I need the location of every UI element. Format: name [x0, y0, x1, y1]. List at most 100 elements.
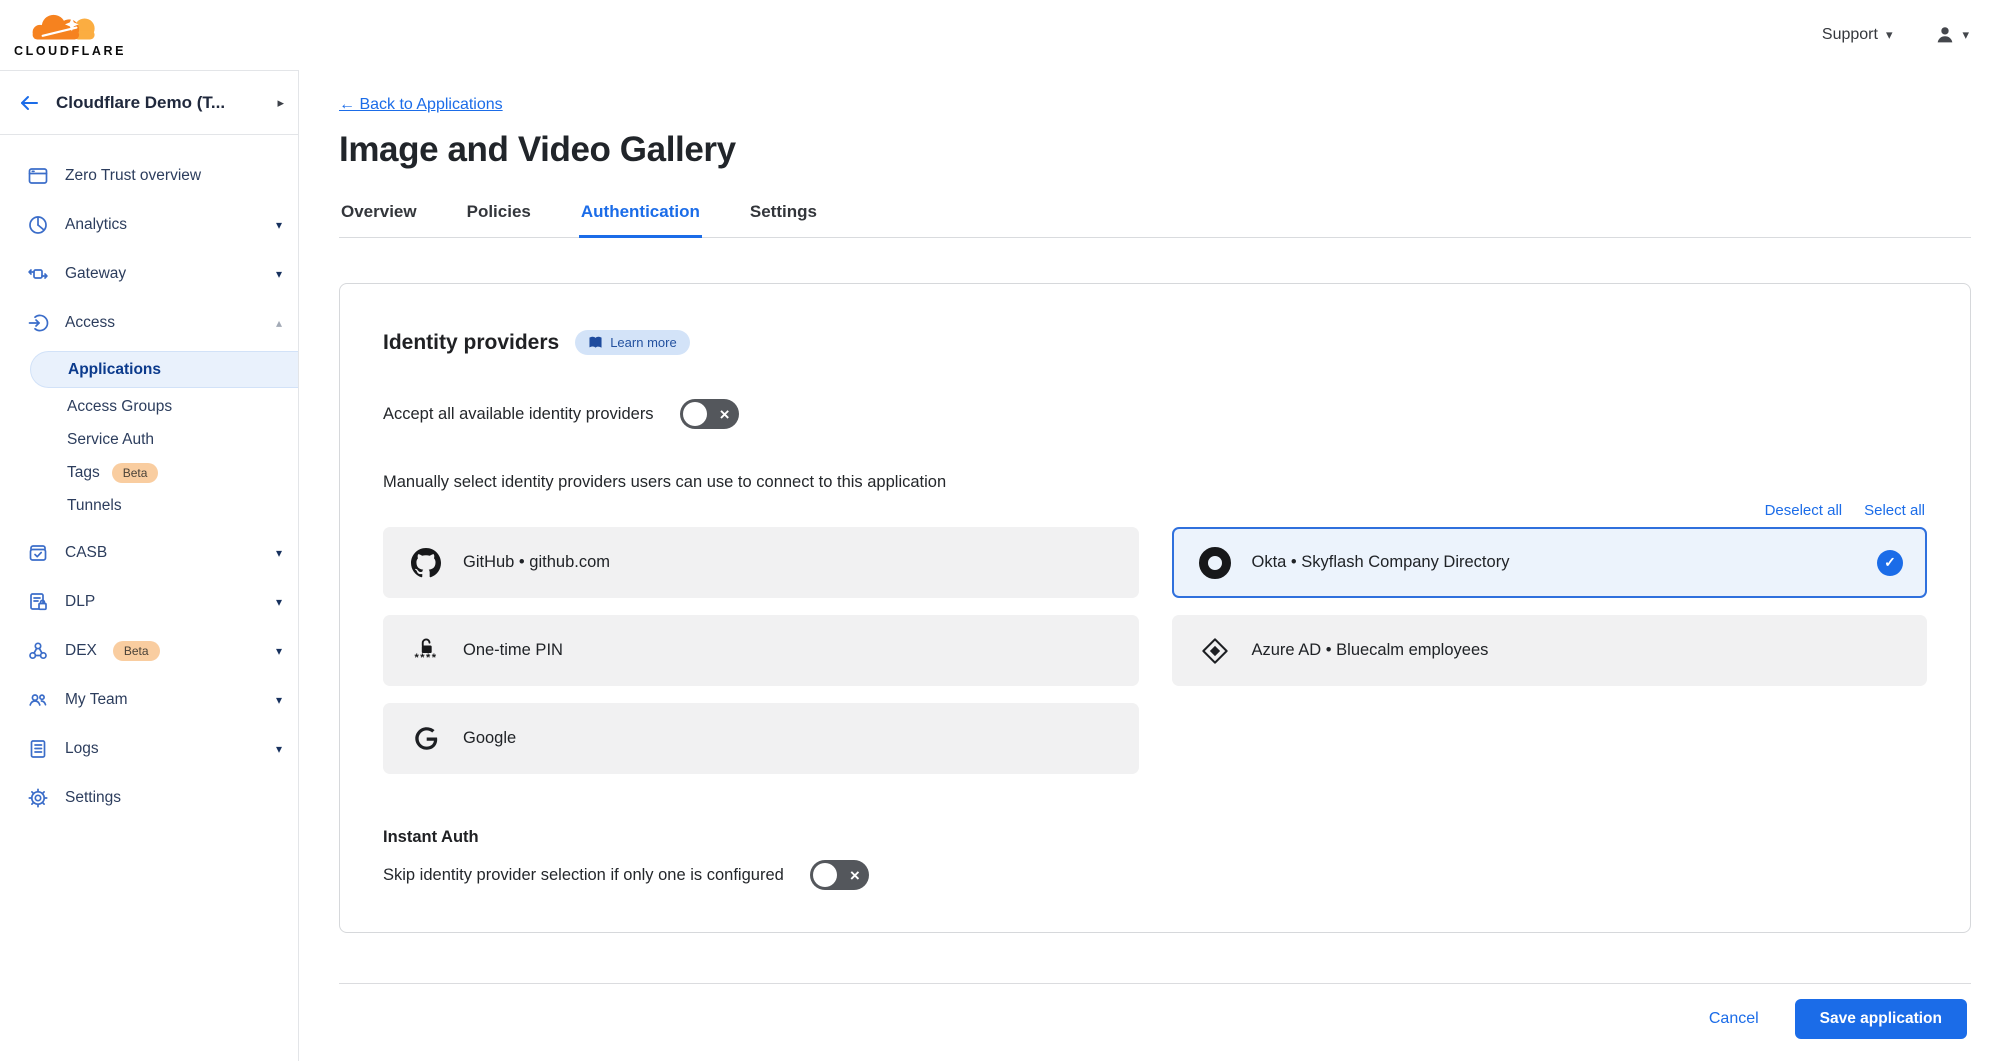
app-shell: Cloudflare Demo (T... ▸ Zero Trust overv… — [0, 70, 1999, 1061]
account-name[interactable]: Cloudflare Demo (T... — [56, 93, 261, 113]
back-to-applications-link[interactable]: ← Back to Applications — [339, 96, 503, 114]
page-title: Image and Video Gallery — [339, 130, 1971, 170]
sidebar-item-access-groups[interactable]: Access Groups — [0, 390, 298, 423]
github-icon — [410, 548, 442, 578]
chevron-down-icon[interactable]: ▾ — [276, 644, 282, 658]
sidebar-subitem-label: Applications — [68, 361, 161, 379]
sidebar-item-logs[interactable]: Logs ▾ — [0, 724, 298, 773]
footer-actions: Cancel Save application — [339, 984, 1971, 1039]
sidebar-subitem-label: Tags — [67, 464, 100, 482]
provider-okta[interactable]: Okta • Skyflash Company Directory ✓ — [1172, 527, 1928, 598]
card-header: Identity providers Learn more — [383, 330, 1927, 355]
sidebar-item-label: Analytics — [65, 216, 127, 234]
provider-label: Okta • Skyflash Company Directory — [1252, 553, 1510, 572]
support-menu[interactable]: Support ▾ — [1822, 26, 1893, 44]
sidebar-item-access[interactable]: Access ▴ — [0, 298, 298, 347]
identity-providers-card: Identity providers Learn more Accept all… — [339, 283, 1971, 933]
gear-icon — [26, 787, 49, 809]
topbar-actions: Support ▾ ▾ — [1822, 24, 1969, 46]
selection-links: Deselect all Select all — [385, 502, 1925, 519]
sidebar-subitem-label: Service Auth — [67, 431, 154, 449]
tab-authentication[interactable]: Authentication — [579, 192, 702, 238]
cancel-button[interactable]: Cancel — [1709, 1010, 1759, 1028]
window-icon — [26, 165, 49, 187]
chevron-right-icon[interactable]: ▸ — [277, 95, 284, 111]
azure-ad-icon — [1199, 637, 1231, 665]
instant-auth-toggle[interactable]: × — [810, 860, 869, 890]
one-time-pin-icon: **** — [410, 638, 442, 664]
casb-box-check-icon — [26, 542, 49, 564]
access-login-icon — [26, 312, 49, 334]
sidebar-item-zero-trust-overview[interactable]: Zero Trust overview — [0, 151, 298, 200]
provider-azure-ad[interactable]: Azure AD • Bluecalm employees — [1172, 615, 1928, 686]
tab-policies[interactable]: Policies — [465, 192, 533, 238]
top-bar: CLOUDFLARE Support ▾ ▾ — [0, 0, 1999, 70]
provider-one-time-pin[interactable]: **** One-time PIN — [383, 615, 1139, 686]
chevron-down-icon[interactable]: ▾ — [276, 546, 282, 560]
sidebar-item-label: Logs — [65, 740, 99, 758]
access-subnav: Applications Access Groups Service Auth … — [0, 347, 298, 528]
chevron-down-icon: ▾ — [1886, 27, 1893, 43]
user-avatar-icon — [1934, 24, 1956, 46]
toggle-off-icon: × — [850, 867, 860, 884]
document-lock-icon — [26, 591, 49, 613]
main-content: ← Back to Applications Image and Video G… — [299, 70, 1999, 1061]
accept-all-toggle[interactable]: × — [680, 399, 739, 429]
sidebar-item-label: Zero Trust overview — [65, 167, 201, 185]
pie-chart-icon — [26, 214, 49, 236]
network-nodes-icon — [26, 640, 49, 662]
cloudflare-logo[interactable]: CLOUDFLARE — [14, 13, 126, 58]
accept-all-row: Accept all available identity providers … — [383, 399, 1927, 429]
chevron-down-icon[interactable]: ▾ — [276, 218, 282, 232]
sidebar-item-service-auth[interactable]: Service Auth — [0, 423, 298, 456]
save-application-button[interactable]: Save application — [1795, 999, 1967, 1039]
instant-auth-label: Skip identity provider selection if only… — [383, 866, 784, 885]
back-arrow-icon[interactable] — [18, 92, 40, 114]
beta-badge: Beta — [113, 641, 160, 661]
provider-github[interactable]: GitHub • github.com — [383, 527, 1139, 598]
sidebar-item-casb[interactable]: CASB ▾ — [0, 528, 298, 577]
sidebar-item-my-team[interactable]: My Team ▾ — [0, 675, 298, 724]
chevron-down-icon[interactable]: ▾ — [276, 742, 282, 756]
toggle-knob — [683, 402, 707, 426]
book-icon — [588, 336, 603, 349]
deselect-all-link[interactable]: Deselect all — [1765, 502, 1843, 519]
select-all-link[interactable]: Select all — [1864, 502, 1925, 519]
sidebar-item-tunnels[interactable]: Tunnels — [0, 489, 298, 522]
learn-more-label: Learn more — [610, 335, 676, 350]
sidebar-subitem-label: Tunnels — [67, 497, 122, 515]
provider-label: One-time PIN — [463, 641, 563, 660]
toggle-knob — [813, 863, 837, 887]
provider-label: GitHub • github.com — [463, 553, 610, 572]
tab-overview[interactable]: Overview — [339, 192, 419, 238]
chevron-down-icon[interactable]: ▾ — [276, 595, 282, 609]
sidebar-item-dlp[interactable]: DLP ▾ — [0, 577, 298, 626]
identity-providers-heading: Identity providers — [383, 331, 559, 355]
sidebar-item-analytics[interactable]: Analytics ▾ — [0, 200, 298, 249]
provider-google[interactable]: Google — [383, 703, 1139, 774]
sidebar-item-applications[interactable]: Applications — [30, 351, 298, 388]
chevron-up-icon[interactable]: ▴ — [276, 316, 282, 330]
tab-settings[interactable]: Settings — [748, 192, 819, 238]
learn-more-button[interactable]: Learn more — [575, 330, 689, 355]
sidebar-item-tags[interactable]: Tags Beta — [0, 456, 298, 489]
chevron-down-icon[interactable]: ▾ — [276, 693, 282, 707]
sidebar-item-dex[interactable]: DEX Beta ▾ — [0, 626, 298, 675]
sidebar-item-label: My Team — [65, 691, 128, 709]
sidebar-item-label: Access — [65, 314, 115, 332]
sidebar-item-settings[interactable]: Settings — [0, 773, 298, 822]
chevron-down-icon[interactable]: ▾ — [276, 267, 282, 281]
chevron-down-icon: ▾ — [1962, 27, 1969, 43]
brand-wordmark: CLOUDFLARE — [14, 45, 126, 58]
sidebar-item-label: DEX — [65, 642, 97, 660]
sidebar-item-gateway[interactable]: Gateway ▾ — [0, 249, 298, 298]
instant-auth-row: Skip identity provider selection if only… — [383, 860, 1927, 890]
user-menu[interactable]: ▾ — [1934, 24, 1969, 46]
providers-grid: GitHub • github.com Okta • Skyflash Comp… — [383, 527, 1927, 774]
toggle-off-icon: × — [720, 406, 730, 423]
beta-badge: Beta — [112, 463, 159, 483]
selected-check-icon: ✓ — [1877, 550, 1903, 576]
manual-select-text: Manually select identity providers users… — [383, 473, 1927, 492]
google-icon — [410, 725, 442, 752]
sidebar-account-header: Cloudflare Demo (T... ▸ — [0, 71, 298, 135]
